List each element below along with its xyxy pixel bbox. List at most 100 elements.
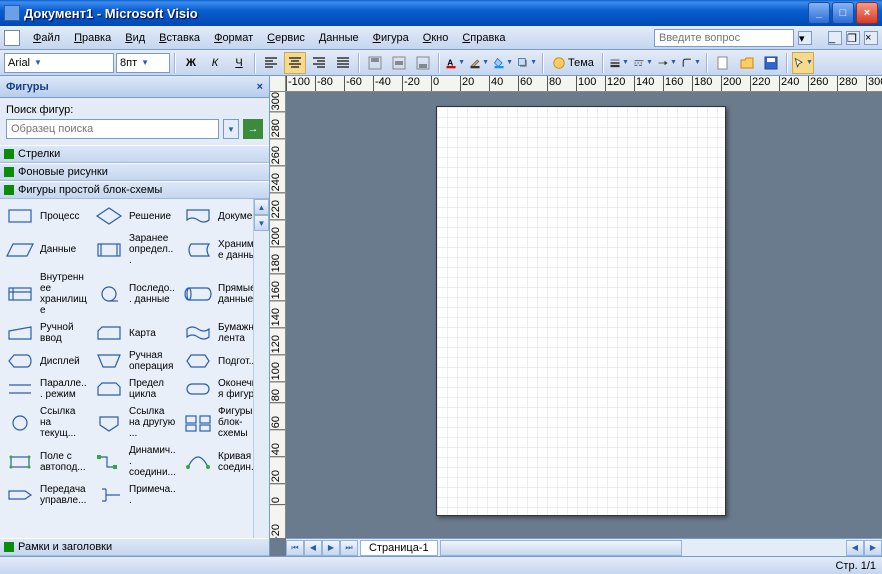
- shape-label: Ссылка на текущ...: [40, 406, 87, 439]
- prev-page-button[interactable]: ◀: [304, 540, 322, 556]
- corner-rounding-button[interactable]: ▼: [680, 52, 702, 74]
- shape-stencil[interactable]: Ручная операция: [91, 348, 178, 374]
- shape-icon: [182, 350, 214, 372]
- shape-stencil[interactable]: Ссылка на другую ...: [91, 404, 178, 441]
- align-center-button[interactable]: [284, 52, 306, 74]
- category-icon: [4, 542, 14, 552]
- page-status: Стр. 1/1: [835, 560, 876, 572]
- align-justify-button[interactable]: [332, 52, 354, 74]
- font-color-button[interactable]: A▼: [444, 52, 466, 74]
- shape-label: Паралле... режим: [40, 378, 87, 400]
- shape-icon: [182, 322, 214, 344]
- font-select[interactable]: Arial▼: [4, 53, 114, 73]
- align-right-button[interactable]: [308, 52, 330, 74]
- category-item[interactable]: Фигуры простой блок-схемы: [0, 181, 269, 199]
- menu-правка[interactable]: Правка: [67, 29, 118, 47]
- shape-stencil[interactable]: Карта: [91, 320, 178, 346]
- shape-stencil[interactable]: Ручной ввод: [2, 320, 89, 346]
- shape-stencil[interactable]: Данные: [2, 231, 89, 268]
- close-button[interactable]: ×: [856, 2, 878, 24]
- menu-файл[interactable]: Файл: [26, 29, 67, 47]
- menu-формат[interactable]: Формат: [207, 29, 260, 47]
- shadow-button[interactable]: ▼: [516, 52, 538, 74]
- hscroll-left-button[interactable]: ◀: [846, 540, 864, 556]
- menubar: ФайлПравкаВидВставкаФорматСервисДанныеФи…: [0, 26, 882, 50]
- bold-button[interactable]: Ж: [180, 52, 202, 74]
- search-go-button[interactable]: →: [243, 119, 263, 139]
- doc-restore[interactable]: ❐: [846, 31, 860, 45]
- align-left-button[interactable]: [260, 52, 282, 74]
- canvas-viewport[interactable]: [286, 92, 882, 538]
- shape-label: Заранее определ...: [129, 233, 176, 266]
- line-ends-button[interactable]: ▼: [656, 52, 678, 74]
- shape-stencil[interactable]: Ссылка на текущ...: [2, 404, 89, 441]
- menu-вставка[interactable]: Вставка: [152, 29, 207, 47]
- category-item[interactable]: Стрелки: [0, 145, 269, 163]
- line-weight-button[interactable]: ▼: [608, 52, 630, 74]
- pointer-tool-button[interactable]: ▼: [792, 52, 814, 74]
- scroll-up-button[interactable]: ▲: [254, 199, 269, 215]
- shape-stencil[interactable]: Примеча...: [91, 482, 178, 508]
- shape-stencil[interactable]: Динамич... соедини...: [91, 443, 178, 480]
- valign-bottom-button[interactable]: [412, 52, 434, 74]
- doc-close[interactable]: ×: [864, 31, 878, 45]
- shape-stencil[interactable]: Дисплей: [2, 348, 89, 374]
- category-item[interactable]: Рамки и заголовки: [0, 538, 269, 556]
- drawing-page[interactable]: [436, 106, 726, 516]
- menu-фигура[interactable]: Фигура: [366, 29, 416, 47]
- shape-stencil[interactable]: Передача управле...: [2, 482, 89, 508]
- shape-stencil[interactable]: Решение: [91, 203, 178, 229]
- category-item[interactable]: Фоновые рисунки: [0, 163, 269, 181]
- category-icon: [4, 167, 14, 177]
- theme-button[interactable]: Тема: [548, 52, 598, 74]
- shape-stencil[interactable]: Внутреннее хранилище: [2, 270, 89, 318]
- next-page-button[interactable]: ▶: [322, 540, 340, 556]
- menu-окно[interactable]: Окно: [416, 29, 456, 47]
- last-page-button[interactable]: ⏭: [340, 540, 358, 556]
- line-color-button[interactable]: ▼: [468, 52, 490, 74]
- shapes-panel-close[interactable]: ×: [257, 81, 263, 93]
- hscroll-track[interactable]: [440, 540, 844, 556]
- fill-color-button[interactable]: ▼: [492, 52, 514, 74]
- hscroll-thumb[interactable]: [440, 540, 683, 556]
- doc-minimize[interactable]: _: [828, 31, 842, 45]
- shape-icon: [4, 239, 36, 261]
- valign-top-button[interactable]: [364, 52, 386, 74]
- valign-middle-button[interactable]: [388, 52, 410, 74]
- maximize-button[interactable]: □: [832, 2, 854, 24]
- shape-label: Карта: [129, 328, 156, 339]
- scroll-down-button[interactable]: ▼: [254, 215, 269, 231]
- shape-icon: [4, 350, 36, 372]
- ask-question-input[interactable]: [654, 29, 794, 47]
- menu-справка[interactable]: Справка: [455, 29, 512, 47]
- menu-данные[interactable]: Данные: [312, 29, 366, 47]
- shape-label: Примеча...: [129, 484, 176, 506]
- size-select[interactable]: 8пт▼: [116, 53, 170, 73]
- ask-dropdown[interactable]: ▾: [798, 31, 812, 45]
- shape-stencil[interactable]: Процесс: [2, 203, 89, 229]
- save-button[interactable]: [760, 52, 782, 74]
- underline-button[interactable]: Ч: [228, 52, 250, 74]
- open-button[interactable]: [736, 52, 758, 74]
- menu-вид[interactable]: Вид: [118, 29, 152, 47]
- shape-stencil[interactable]: Поле с автопод...: [2, 443, 89, 480]
- ruler-corner: [270, 76, 286, 92]
- vertical-ruler: 3002802602402202001801601401201008060402…: [270, 92, 286, 538]
- shape-search-input[interactable]: [6, 119, 219, 139]
- shape-stencil[interactable]: Предел цикла: [91, 376, 178, 402]
- shape-stencil[interactable]: Паралле... режим: [2, 376, 89, 402]
- hscroll-right-button[interactable]: ▶: [864, 540, 882, 556]
- search-dropdown[interactable]: ▼: [223, 119, 239, 139]
- shape-stencil[interactable]: Последо... данные: [91, 270, 178, 318]
- menu-сервис[interactable]: Сервис: [260, 29, 312, 47]
- shape-stencil[interactable]: Заранее определ...: [91, 231, 178, 268]
- doc-icon[interactable]: [4, 30, 20, 46]
- shape-icon: [93, 239, 125, 261]
- minimize-button[interactable]: _: [808, 2, 830, 24]
- line-pattern-button[interactable]: ▼: [632, 52, 654, 74]
- italic-button[interactable]: К: [204, 52, 226, 74]
- first-page-button[interactable]: ⏮: [286, 540, 304, 556]
- new-button[interactable]: [712, 52, 734, 74]
- page-tab[interactable]: Страница-1: [360, 540, 438, 556]
- shapes-scrollbar[interactable]: ▲ ▼: [253, 199, 269, 538]
